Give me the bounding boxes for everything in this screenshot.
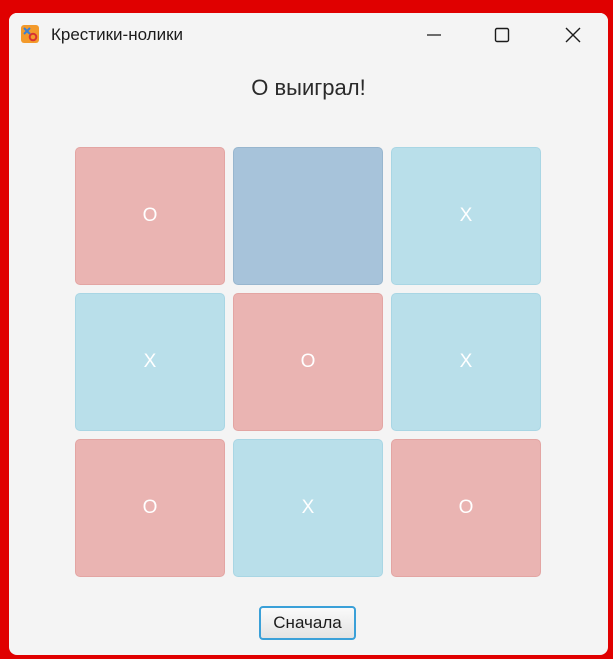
- maximize-icon: [494, 27, 510, 43]
- game-status: O выиграл!: [251, 75, 366, 100]
- close-button[interactable]: [550, 13, 596, 57]
- maximize-button[interactable]: [479, 13, 525, 57]
- board-cell-3[interactable]: X: [391, 147, 541, 285]
- board-cell-1[interactable]: O: [75, 147, 225, 285]
- board-cell-9[interactable]: O: [391, 439, 541, 577]
- outer-frame: Крестики-нолики O выиграл! O X X O X O X…: [0, 0, 613, 659]
- window-title: Крестики-нолики: [51, 25, 184, 44]
- board-cell-5[interactable]: O: [233, 293, 383, 431]
- close-icon: [565, 27, 581, 43]
- board-cell-7[interactable]: O: [75, 439, 225, 577]
- board-cell-4[interactable]: X: [75, 293, 225, 431]
- tic-tac-toe-app-icon: [21, 25, 39, 43]
- app-window: Крестики-нолики O выиграл! O X X O X O X…: [9, 13, 608, 655]
- game-board: O X X O X O X O: [75, 147, 541, 577]
- board-cell-8[interactable]: X: [233, 439, 383, 577]
- title-bar[interactable]: Крестики-нолики: [9, 13, 608, 57]
- minimize-button[interactable]: [411, 13, 457, 57]
- minimize-icon: [427, 34, 441, 36]
- board-cell-2[interactable]: [233, 147, 383, 285]
- restart-button[interactable]: Сначала: [259, 606, 356, 640]
- board-cell-6[interactable]: X: [391, 293, 541, 431]
